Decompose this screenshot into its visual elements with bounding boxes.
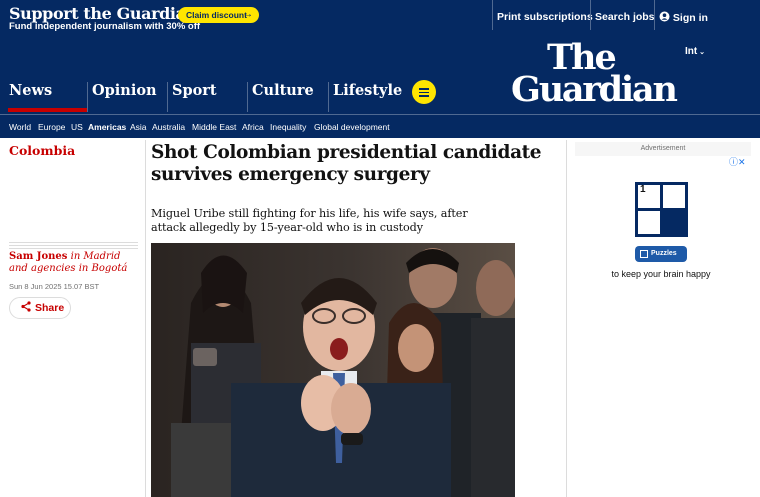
divider [247, 82, 248, 112]
search-jobs-link[interactable]: Search jobs [595, 11, 655, 23]
share-button[interactable]: Share [9, 297, 71, 319]
active-pillar-indicator [8, 108, 87, 112]
photo-illustration [151, 243, 515, 497]
pillar-opinion[interactable]: Opinion [92, 82, 157, 99]
puzzles-label: Puzzles [651, 250, 677, 257]
chevron-down-icon: ⌄ [697, 49, 706, 56]
pillar-sport[interactable]: Sport [172, 82, 217, 99]
ad-tagline: to keep your brain happy [611, 269, 711, 279]
divider [590, 0, 591, 30]
share-icon [21, 301, 31, 315]
subnav-world[interactable]: World [9, 122, 31, 132]
claim-discount-label: Claim discount [186, 10, 247, 20]
share-label: Share [35, 302, 65, 314]
divider [654, 0, 655, 30]
user-icon [659, 11, 670, 22]
publish-date: Sun 8 Jun 2025 15.07 BST [9, 282, 100, 291]
divider [492, 0, 493, 30]
nav-divider [0, 114, 760, 115]
subnav-australia[interactable]: Australia [152, 122, 185, 132]
byline: Sam Jones in Madrid and agencies in Bogo… [9, 251, 141, 275]
divider [87, 82, 88, 112]
hamburger-icon [419, 88, 429, 90]
arrow-right-icon: → [243, 9, 253, 20]
subnav-us[interactable]: US [71, 122, 83, 132]
column-divider [566, 140, 567, 497]
subnav-europe[interactable]: Europe [38, 122, 65, 132]
masthead: Int ⌄ The Guardian News Opinion Sport Cu… [0, 38, 760, 138]
edition-selector[interactable]: Int ⌄ [685, 46, 705, 57]
support-subtitle: Fund independent journalism with 30% off [9, 21, 201, 32]
crossword-icon[interactable]: 1 [635, 182, 688, 237]
pillar-lifestyle[interactable]: Lifestyle [333, 82, 402, 99]
sign-in-label: Sign in [672, 12, 708, 24]
claim-discount-button[interactable]: Claim discount → [178, 7, 259, 23]
section-label[interactable]: Colombia [9, 143, 75, 158]
pillar-news[interactable]: News [9, 82, 52, 99]
print-subscriptions-link[interactable]: Print subscriptions [497, 11, 593, 23]
article-photo [151, 243, 515, 497]
menu-button[interactable] [412, 80, 436, 104]
hamburger-icon-line [419, 95, 429, 97]
advertisement-label: Advertisement [575, 142, 751, 156]
subnav-americas[interactable]: Americas [88, 122, 126, 132]
subnav-middle-east[interactable]: Middle East [192, 122, 236, 132]
subnav-africa[interactable]: Africa [242, 122, 264, 132]
author-link[interactable]: Sam Jones [9, 251, 67, 262]
puzzle-number: 1 [640, 184, 646, 195]
ad-info-icon[interactable]: ⓘ✕ [729, 155, 746, 168]
subnav-global-development[interactable]: Global development [314, 122, 390, 132]
sign-in-link[interactable]: Sign in [659, 11, 708, 24]
byline-rule [9, 242, 138, 251]
support-banner: Support the Guardian Fund independent jo… [0, 0, 760, 38]
headline: Shot Colombian presidential candidate su… [151, 142, 542, 185]
standfirst: Miguel Uribe still fighting for his life… [151, 207, 468, 234]
edition-label: Int [685, 46, 698, 57]
column-divider [145, 140, 146, 497]
divider [167, 82, 168, 112]
logo-guardian[interactable]: Guardian [511, 70, 678, 110]
pillar-culture[interactable]: Culture [252, 82, 314, 99]
subnav-inequality[interactable]: Inequality [270, 122, 306, 132]
puzzles-button[interactable]: Puzzles [635, 246, 687, 262]
hamburger-icon-line [419, 91, 429, 94]
puzzle-grid-icon [640, 250, 648, 258]
divider [328, 82, 329, 112]
subnav-asia[interactable]: Asia [130, 122, 147, 132]
